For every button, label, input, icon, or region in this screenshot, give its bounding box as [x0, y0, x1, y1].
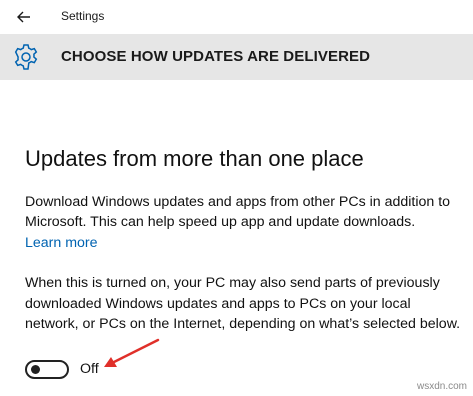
back-button[interactable]	[10, 4, 38, 30]
annotation-arrow-icon	[104, 338, 160, 367]
section-heading: Updates from more than one place	[25, 146, 364, 171]
toggle-knob	[31, 365, 40, 374]
back-arrow-icon	[17, 11, 30, 23]
title-bar: Settings	[0, 0, 473, 34]
toggle-state-label: Off	[80, 361, 99, 377]
watermark: wsxdn.com	[416, 381, 467, 392]
gear-icon	[14, 44, 38, 70]
description-text: Download Windows updates and apps from o…	[25, 194, 451, 230]
learn-more-link[interactable]: Learn more	[25, 233, 98, 253]
note-text: When this is turned on, your PC may also…	[25, 275, 461, 332]
window-title: Settings	[61, 9, 105, 23]
delivery-optimization-toggle[interactable]	[25, 360, 69, 379]
page-title: CHOOSE HOW UPDATES ARE DELIVERED	[61, 48, 371, 65]
